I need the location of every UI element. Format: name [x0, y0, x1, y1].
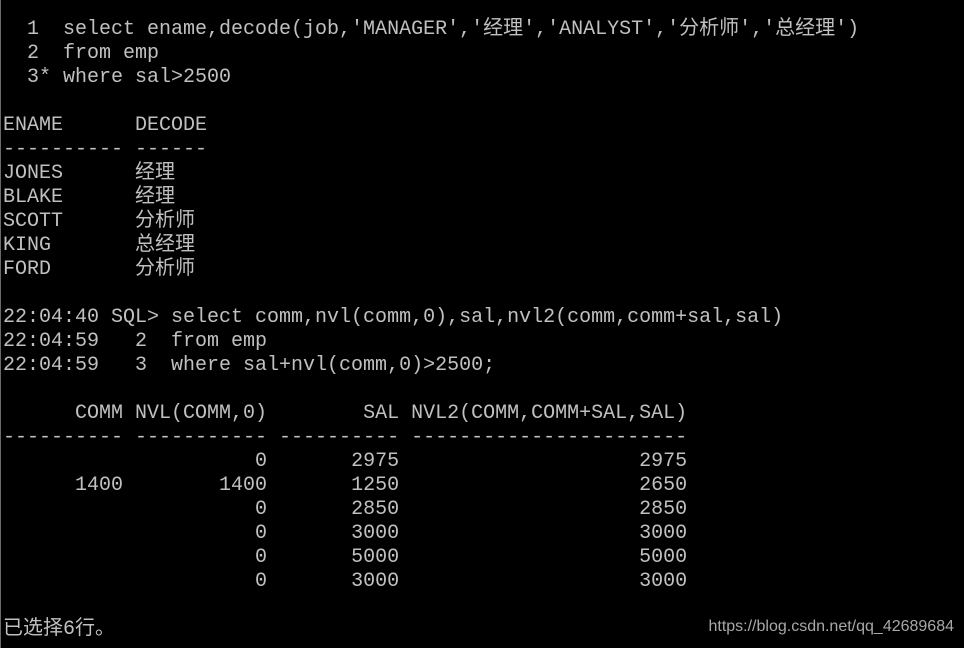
- table-row: 0 3000 3000: [3, 570, 859, 594]
- sql-line: 22:04:59 2 from emp: [3, 330, 859, 354]
- table-cell: 2850: [267, 498, 400, 521]
- header-separator: ---------- ------: [3, 138, 859, 162]
- table-cell: 经理: [123, 162, 200, 185]
- sql-line: 1 select ename,decode(job,'MANAGER','经理'…: [3, 18, 859, 42]
- table-cell: 3000: [267, 570, 400, 593]
- rows-selected-status: 已选择6行。: [3, 618, 116, 641]
- window-border: [0, 0, 1, 648]
- column-header-row: COMM NVL(COMM,0) SAL NVL2(COMM,COMM+SAL,…: [3, 402, 859, 426]
- table-row: 0 3000 3000: [3, 522, 859, 546]
- separator: ---------- ------: [3, 138, 208, 161]
- table-row: 0 2975 2975: [3, 450, 859, 474]
- table-cell: 0: [123, 450, 268, 473]
- column-header: SAL: [267, 402, 400, 425]
- header-separator: ---------- ----------- ---------- ------…: [3, 426, 859, 450]
- table-cell: 2975: [267, 450, 400, 473]
- sql-line: 3* where sal>2500: [3, 66, 859, 90]
- table-cell: 0: [123, 522, 268, 545]
- sql-text: 22:04:59 3 where sal+nvl(comm,0)>2500;: [3, 354, 496, 377]
- table-cell: 3000: [267, 522, 400, 545]
- table-cell: 5000: [267, 546, 400, 569]
- column-header: COMM: [3, 402, 124, 425]
- sql-text: 1 select ename,decode(job,'MANAGER','经理'…: [3, 18, 860, 41]
- table-row: 0 2850 2850: [3, 498, 859, 522]
- table-cell: 1400: [123, 474, 268, 497]
- blank: [3, 282, 859, 306]
- column-header: NVL2(COMM,COMM+SAL,SAL): [399, 402, 688, 425]
- table-cell: 总经理: [123, 234, 196, 257]
- sqlplus-terminal-output[interactable]: 1 select ename,decode(job,'MANAGER','经理'…: [3, 0, 859, 642]
- table-cell: 0: [123, 570, 268, 593]
- table-cell: 2650: [399, 474, 688, 497]
- blank: [3, 594, 859, 618]
- clipped-line: [3, 0, 859, 18]
- sql-line: 2 from emp: [3, 42, 859, 66]
- table-cell: KING: [3, 234, 124, 257]
- table-cell: 0: [123, 546, 268, 569]
- column-header: NVL(COMM,0): [123, 402, 268, 425]
- blank: [3, 378, 859, 402]
- table-row: 1400 1400 1250 2650: [3, 474, 859, 498]
- blank: [3, 90, 859, 114]
- table-cell: SCOTT: [3, 210, 124, 233]
- table-row: JONES 经理: [3, 162, 859, 186]
- table-cell: 分析师: [123, 210, 196, 233]
- table-cell: 3000: [399, 522, 688, 545]
- table-cell: 经理: [123, 186, 200, 209]
- column-header: DECODE: [123, 114, 208, 137]
- table-cell: 2850: [399, 498, 688, 521]
- separator: ---------- ----------- ---------- ------…: [3, 426, 688, 449]
- table-row: SCOTT 分析师: [3, 210, 859, 234]
- table-cell: [3, 570, 123, 593]
- table-cell: 分析师: [123, 258, 196, 281]
- table-row: FORD 分析师: [3, 258, 859, 282]
- sql-text: 22:04:40 SQL> select comm,nvl(comm,0),sa…: [3, 306, 784, 329]
- table-cell: JONES: [3, 162, 124, 185]
- watermark: https://blog.csdn.net/qq_42689684: [708, 618, 954, 635]
- column-header: ENAME: [3, 114, 124, 137]
- column-header-row: ENAME DECODE: [3, 114, 859, 138]
- table-cell: [3, 450, 123, 473]
- sql-text: 3* where sal>2500: [3, 66, 232, 89]
- sql-line: 22:04:40 SQL> select comm,nvl(comm,0),sa…: [3, 306, 859, 330]
- table-cell: 2975: [399, 450, 688, 473]
- table-cell: 1400: [3, 474, 124, 497]
- table-row: 0 5000 5000: [3, 546, 859, 570]
- table-cell: 0: [123, 498, 268, 521]
- table-cell: BLAKE: [3, 186, 124, 209]
- table-cell: 3000: [399, 570, 688, 593]
- table-cell: [3, 522, 123, 545]
- sql-text: 22:04:59 2 from emp: [3, 330, 268, 353]
- table-row: BLAKE 经理: [3, 186, 859, 210]
- sql-line: 22:04:59 3 where sal+nvl(comm,0)>2500;: [3, 354, 859, 378]
- table-cell: [3, 498, 123, 521]
- table-cell: 5000: [399, 546, 688, 569]
- table-row: KING 总经理: [3, 234, 859, 258]
- table-cell: 1250: [267, 474, 400, 497]
- sql-text: 2 from emp: [3, 42, 160, 65]
- table-cell: FORD: [3, 258, 124, 281]
- table-cell: [3, 546, 123, 569]
